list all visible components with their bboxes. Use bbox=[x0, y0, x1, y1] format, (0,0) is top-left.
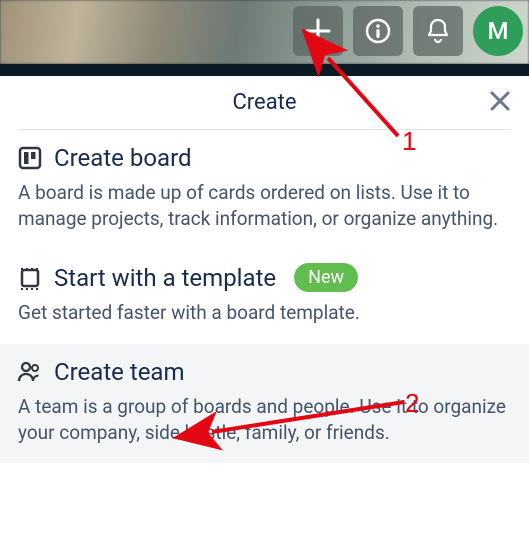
popover-title: Create bbox=[232, 90, 296, 115]
menu-item-start-template[interactable]: Start with a template New Get started fa… bbox=[0, 249, 529, 344]
close-button[interactable] bbox=[483, 86, 517, 120]
avatar[interactable]: M bbox=[473, 6, 523, 56]
annotation-label-1: 1 bbox=[402, 126, 416, 157]
header-bar: M bbox=[0, 0, 529, 64]
menu-item-title: Create team bbox=[54, 358, 185, 386]
menu-item-create-board[interactable]: Create board A board is made up of cards… bbox=[0, 130, 529, 249]
menu-item-desc: A board is made up of cards ordered on l… bbox=[18, 180, 511, 231]
menu-item-desc: Get started faster with a board template… bbox=[18, 300, 511, 326]
bell-icon bbox=[424, 17, 452, 45]
template-icon bbox=[18, 266, 42, 290]
new-badge: New bbox=[294, 263, 358, 292]
add-button[interactable] bbox=[293, 6, 343, 56]
annotation-label-2: 2 bbox=[405, 388, 419, 419]
board-icon bbox=[18, 146, 42, 170]
menu-item-title: Start with a template bbox=[54, 264, 276, 292]
avatar-initial: M bbox=[488, 17, 509, 45]
dark-strip bbox=[0, 64, 529, 76]
menu-item-create-team[interactable]: Create team A team is a group of boards … bbox=[0, 344, 529, 463]
close-icon bbox=[488, 89, 512, 117]
notifications-button[interactable] bbox=[413, 6, 463, 56]
info-button[interactable] bbox=[353, 6, 403, 56]
create-popover: Create Create board A board is made up o… bbox=[0, 76, 529, 540]
info-icon bbox=[363, 16, 393, 46]
menu-item-desc: A team is a group of boards and people. … bbox=[18, 394, 511, 445]
plus-icon bbox=[303, 16, 333, 46]
menu-item-title: Create board bbox=[54, 144, 192, 172]
team-icon bbox=[18, 360, 42, 384]
